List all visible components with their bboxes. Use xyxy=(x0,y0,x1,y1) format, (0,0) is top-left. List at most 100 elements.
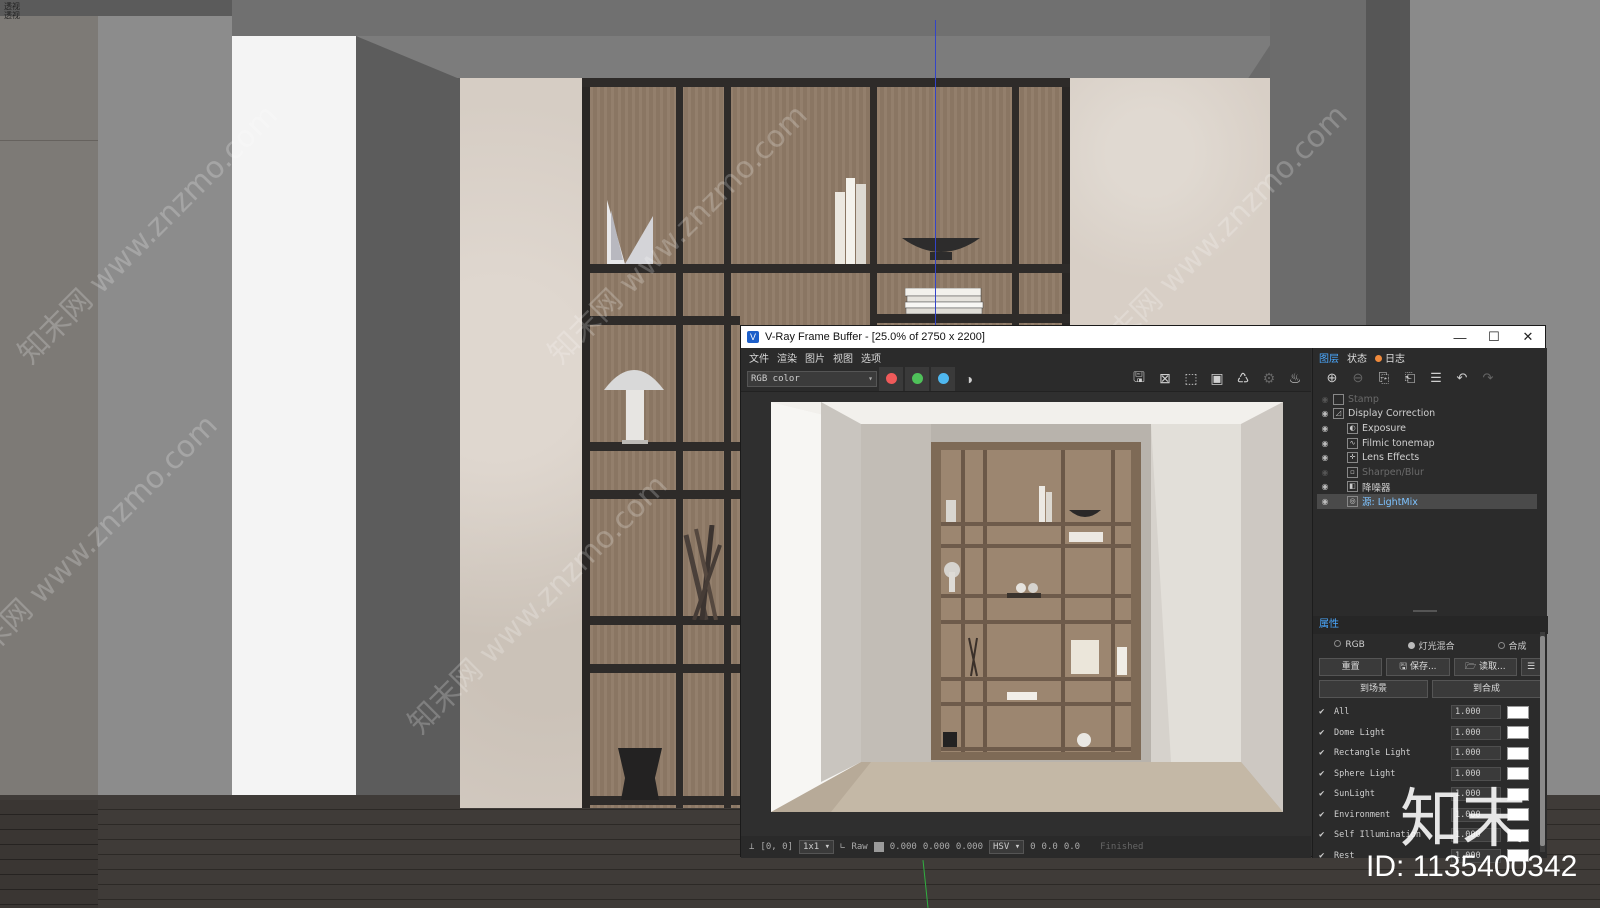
save-preset-button[interactable]: 🖫 保存... xyxy=(1386,658,1450,676)
pixel-g-value: 0.000 xyxy=(922,842,950,852)
minimize-button[interactable]: — xyxy=(1443,330,1477,345)
blue-channel-button[interactable] xyxy=(931,366,955,391)
layer-name: Filmic tonemap xyxy=(1362,437,1435,449)
visibility-eye-icon[interactable]: ◉ xyxy=(1317,409,1333,418)
render-button[interactable]: ♨ xyxy=(1283,368,1307,390)
undo-button[interactable]: ↶ xyxy=(1451,370,1473,386)
window-titlebar[interactable]: V V-Ray Frame Buffer - [25.0% of 2750 x … xyxy=(741,326,1545,348)
layer-row[interactable]: ◉ ∿ Filmic tonemap xyxy=(1317,436,1537,451)
redo-button[interactable]: ↷ xyxy=(1477,370,1499,386)
layer-row[interactable]: ◉ Stamp xyxy=(1317,392,1537,407)
axis-icon: ∟ xyxy=(840,842,846,852)
preset-menu-button[interactable]: ☰ xyxy=(1520,658,1541,676)
clear-image-button[interactable]: ⊠ xyxy=(1153,368,1177,390)
mode-radio-lightmix[interactable]: 灯光混合 xyxy=(1407,639,1455,652)
radio-icon xyxy=(1497,641,1505,649)
light-intensity-input[interactable]: 1.000 xyxy=(1451,705,1501,720)
maximize-button[interactable]: ☐ xyxy=(1477,329,1511,345)
menu-options[interactable]: 选项 xyxy=(861,350,881,365)
green-channel-button[interactable] xyxy=(905,366,929,391)
visibility-eye-icon[interactable]: ◉ xyxy=(1317,497,1333,506)
render-viewport[interactable] xyxy=(741,392,1311,836)
viewport-label[interactable]: 透视 透视 xyxy=(4,2,20,20)
render-statusbar: ⊥ [0, 0] 1x1 ▾ ∟ Raw 0.000 0.000 0.000 H… xyxy=(741,836,1311,858)
visibility-eye-icon[interactable]: ◉ xyxy=(1317,439,1333,448)
light-row: ✔ All 1.000 xyxy=(1319,702,1529,723)
color-mode-select[interactable]: HSV ▾ xyxy=(989,840,1025,854)
layer-row[interactable]: ◉ ◧ 降噪器 xyxy=(1317,480,1537,495)
add-layer-button[interactable]: ⊕ xyxy=(1321,370,1343,386)
light-color-swatch[interactable] xyxy=(1507,705,1529,719)
mode-label: RGB xyxy=(1345,640,1365,650)
panel-splitter[interactable] xyxy=(1413,610,1437,612)
pixel-b-value: 0.000 xyxy=(955,842,984,852)
save-image-button[interactable]: 🖫 xyxy=(1127,368,1151,390)
mode-radio-rgb[interactable]: RGB xyxy=(1334,640,1365,650)
layer-row[interactable]: ◉ ▫ Sharpen/Blur xyxy=(1317,465,1537,480)
reset-button[interactable]: 重置 xyxy=(1319,658,1383,676)
light-intensity-input[interactable]: 1.000 xyxy=(1451,725,1501,740)
tab-stats[interactable]: 状态 xyxy=(1347,350,1367,365)
red-channel-button[interactable] xyxy=(879,366,903,391)
light-enabled-checkbox[interactable]: ✔ xyxy=(1319,830,1329,840)
channel-select[interactable]: RGB color ▾ xyxy=(747,370,877,387)
delete-layer-button[interactable]: ⊖ xyxy=(1347,370,1369,386)
interactive-render-button[interactable]: ♺ xyxy=(1231,368,1255,390)
region-render-button[interactable]: ▣ xyxy=(1205,368,1229,390)
mode-label: 合成 xyxy=(1508,641,1527,652)
layer-row[interactable]: ◉ ◿ Display Correction xyxy=(1317,407,1537,422)
layer-name: Lens Effects xyxy=(1362,452,1420,464)
track-mouse-button[interactable]: ⬚ xyxy=(1179,368,1203,390)
clear-icon: ⊠ xyxy=(1159,370,1171,386)
load-layers-button[interactable]: ⎗ xyxy=(1399,370,1421,386)
tab-layers[interactable]: 图层 xyxy=(1319,350,1339,365)
panel-tabs: 图层 状态 日志 xyxy=(1313,348,1547,366)
visibility-eye-icon[interactable]: ◉ xyxy=(1317,453,1333,462)
folder-icon: 🗁 xyxy=(1465,662,1480,672)
layer-name: 降噪器 xyxy=(1362,482,1391,494)
layer-checkbox[interactable] xyxy=(1333,393,1344,405)
close-button[interactable]: ✕ xyxy=(1511,329,1545,345)
pick-pixel-icon[interactable]: ⊥ xyxy=(749,842,754,852)
shelf-board xyxy=(590,796,740,805)
stop-render-button[interactable]: ⚙ xyxy=(1257,368,1281,390)
tab-log[interactable]: 日志 xyxy=(1375,350,1405,365)
light-color-swatch[interactable] xyxy=(1507,746,1529,760)
light-intensity-input[interactable]: 1.000 xyxy=(1451,746,1501,761)
to-scene-button[interactable]: 到场景 xyxy=(1319,680,1428,698)
mode-radio-composite[interactable]: 合成 xyxy=(1497,639,1527,652)
properties-scrollbar[interactable] xyxy=(1540,632,1545,852)
zoom-select[interactable]: 1x1 ▾ xyxy=(798,840,835,854)
save-icon: 🖫 xyxy=(1399,662,1410,672)
light-color-swatch[interactable] xyxy=(1507,726,1529,740)
shelf-board xyxy=(590,490,740,499)
viewport-decorative-sticks xyxy=(683,525,722,620)
menu-render[interactable]: 渲染 xyxy=(777,350,797,365)
to-composite-button[interactable]: 到合成 xyxy=(1432,680,1541,698)
visibility-eye-icon[interactable]: ◉ xyxy=(1317,468,1333,477)
menu-image[interactable]: 图片 xyxy=(805,350,825,365)
layer-row[interactable]: ◉ ◐ Exposure xyxy=(1317,421,1537,436)
menu-view[interactable]: 视图 xyxy=(833,350,853,365)
light-enabled-checkbox[interactable]: ✔ xyxy=(1319,789,1329,799)
layer-name: 源: LightMix xyxy=(1362,497,1418,509)
alpha-channel-button[interactable]: ◑ xyxy=(957,368,981,390)
viewport-floor-left xyxy=(0,800,98,908)
chevron-down-icon: ▾ xyxy=(868,373,873,383)
light-enabled-checkbox[interactable]: ✔ xyxy=(1319,728,1329,738)
viewport-book-stack xyxy=(905,288,984,314)
save-layers-button[interactable]: ⎘ xyxy=(1373,370,1395,386)
visibility-eye-icon[interactable]: ◉ xyxy=(1317,395,1333,404)
visibility-eye-icon[interactable]: ◉ xyxy=(1317,482,1333,491)
light-enabled-checkbox[interactable]: ✔ xyxy=(1319,769,1329,779)
layer-row-selected[interactable]: ◉ ◎ 源: LightMix xyxy=(1317,494,1537,509)
light-enabled-checkbox[interactable]: ✔ xyxy=(1319,810,1329,820)
load-preset-button[interactable]: 🗁 读取... xyxy=(1453,658,1517,676)
light-enabled-checkbox[interactable]: ✔ xyxy=(1319,851,1329,861)
light-enabled-checkbox[interactable]: ✔ xyxy=(1319,707,1329,717)
visibility-eye-icon[interactable]: ◉ xyxy=(1317,424,1333,433)
menu-file[interactable]: 文件 xyxy=(749,350,769,365)
layer-presets-button[interactable]: ☰ xyxy=(1425,370,1447,386)
layer-row[interactable]: ◉ ✛ Lens Effects xyxy=(1317,450,1537,465)
light-enabled-checkbox[interactable]: ✔ xyxy=(1319,748,1329,758)
